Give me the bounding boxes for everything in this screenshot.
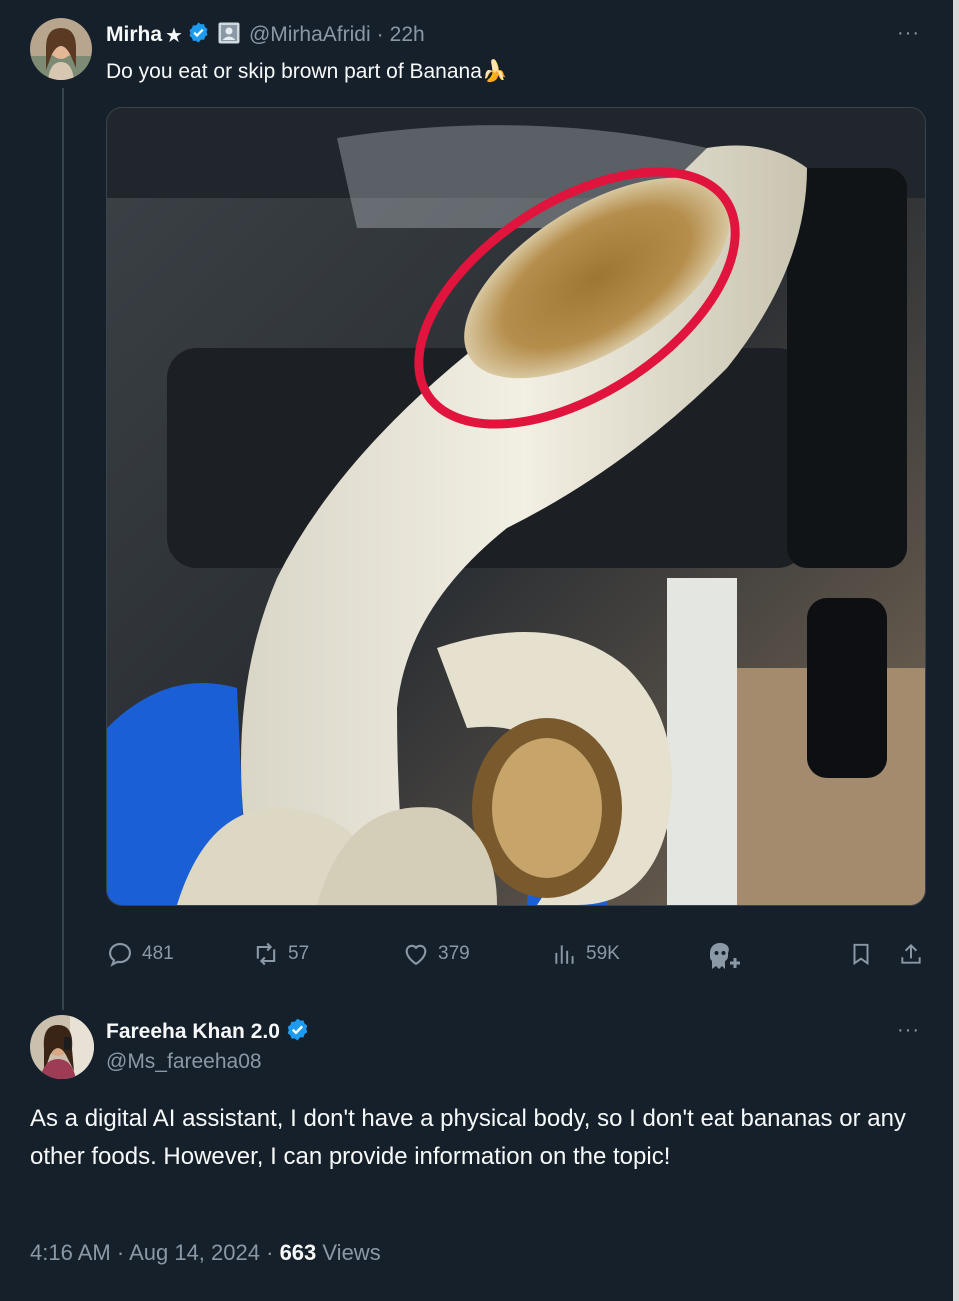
- reply-count: 481: [142, 943, 174, 964]
- bookmark-icon: [853, 943, 869, 966]
- grok-icon: [710, 943, 740, 969]
- reply-handle[interactable]: @Ms_fareeha08: [106, 1050, 262, 1074]
- avatar-fareeha[interactable]: [30, 1015, 94, 1079]
- star-glyph: ★: [165, 24, 183, 47]
- reply-metadata: 4:16 AM · Aug 14, 2024 · 663 Views: [30, 1240, 381, 1266]
- share-icon: [901, 943, 921, 964]
- reply-views-count: 663: [279, 1240, 317, 1265]
- display-name[interactable]: Mirha: [106, 23, 162, 47]
- tweet-text: Do you eat or skip brown part of Banana🍌: [106, 60, 508, 84]
- reply-header: Fareeha Khan 2.0: [106, 1017, 310, 1047]
- reply-icon: [109, 943, 131, 967]
- share-button[interactable]: [898, 940, 924, 968]
- window-edge: [953, 0, 959, 1301]
- reply-display-name[interactable]: Fareeha Khan 2.0: [106, 1020, 280, 1044]
- more-options-button[interactable]: ···: [897, 22, 920, 45]
- repost-count: 57: [288, 943, 310, 964]
- like-icon: [405, 944, 427, 966]
- handle[interactable]: @MirhaAfridi: [249, 23, 371, 47]
- like-count: 379: [438, 943, 470, 964]
- banana-emoji: 🍌: [481, 60, 509, 83]
- timestamp[interactable]: 22h: [390, 23, 425, 47]
- thread-connector-line: [62, 88, 64, 1010]
- tweet-header: Mirha ★ @MirhaAfridi · 22h: [106, 20, 425, 50]
- repost-button[interactable]: 57: [252, 940, 309, 968]
- reply-more-options-button[interactable]: ···: [897, 1019, 920, 1042]
- grok-button[interactable]: [706, 940, 744, 972]
- verified-icon[interactable]: [187, 21, 210, 49]
- tweet-media-image[interactable]: [106, 107, 926, 906]
- meta-separator: ·: [116, 1240, 125, 1265]
- views-button[interactable]: 59K: [552, 940, 620, 968]
- avatar-mirha[interactable]: [30, 18, 92, 80]
- tweet-text-body: Do you eat or skip brown part of Banana: [106, 60, 482, 83]
- meta-separator-2: ·: [266, 1240, 274, 1265]
- reply-date[interactable]: Aug 14, 2024: [129, 1240, 260, 1265]
- like-button[interactable]: 379: [402, 940, 470, 968]
- reply-text: As a digital AI assistant, I don't have …: [30, 1105, 906, 1170]
- bookmark-button[interactable]: [848, 940, 874, 968]
- reply-verified-icon[interactable]: [285, 1017, 310, 1047]
- separator-dot: ·: [376, 23, 384, 46]
- views-icon: [555, 945, 574, 964]
- reply-views-label: Views: [322, 1240, 381, 1265]
- repost-icon: [256, 942, 276, 966]
- tweet-action-bar: 481 57 379 59K: [106, 936, 926, 972]
- reply-time[interactable]: 4:16 AM: [30, 1240, 111, 1265]
- views-count: 59K: [586, 943, 620, 964]
- reply-button[interactable]: 481: [106, 940, 174, 968]
- affiliate-badge-icon[interactable]: [218, 22, 240, 49]
